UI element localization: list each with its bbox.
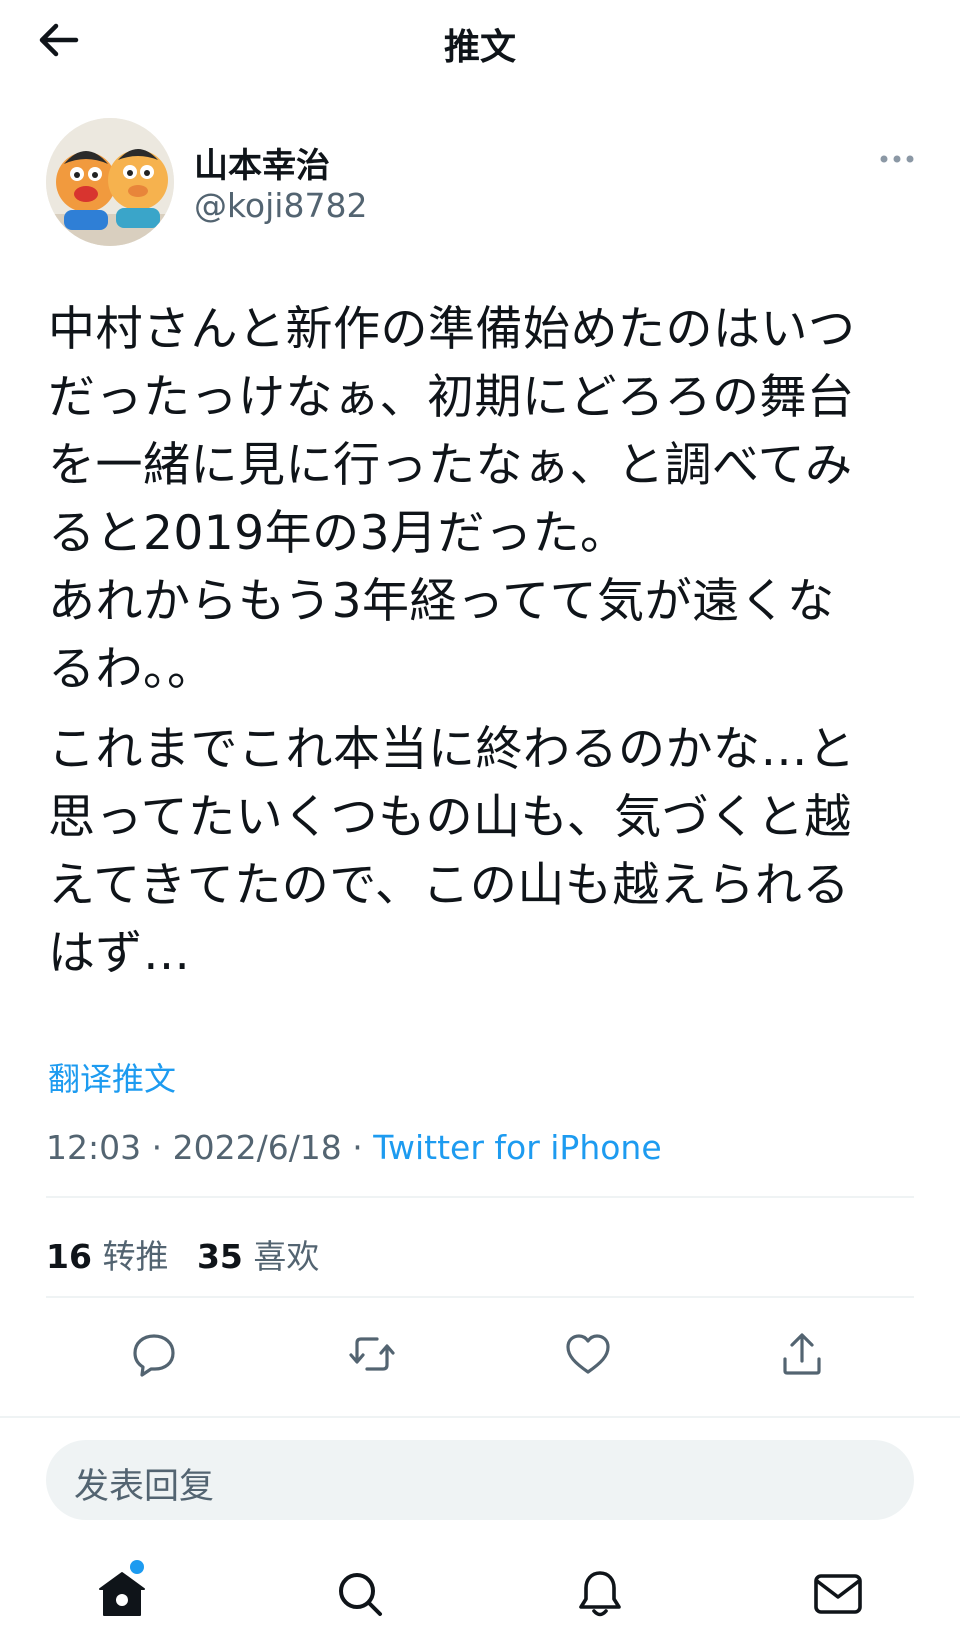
nav-search[interactable] xyxy=(322,1556,398,1632)
likes-count: 35 xyxy=(196,1237,243,1276)
likes-stat[interactable]: 35 喜欢 xyxy=(197,1237,319,1276)
reply-icon xyxy=(133,1334,175,1377)
retweets-label: 转推 xyxy=(102,1237,169,1276)
tweet-detail-screen: 推文 山本幸治 @koji8782 中村さんと新作の準備始めたのはいつ だったっ… xyxy=(0,0,960,1650)
nav-notifications[interactable] xyxy=(562,1556,638,1632)
nav-home[interactable] xyxy=(84,1556,160,1632)
author-handle[interactable]: @koji8782 xyxy=(194,186,367,225)
retweets-count: 16 xyxy=(46,1237,92,1276)
likes-label: 喜欢 xyxy=(253,1237,320,1276)
reply-button[interactable] xyxy=(122,1322,186,1386)
retweets-stat[interactable]: 16 转推 xyxy=(46,1237,168,1276)
search-icon xyxy=(339,1573,382,1616)
divider xyxy=(46,1196,914,1198)
like-icon xyxy=(566,1334,610,1374)
page-title: 推文 xyxy=(443,27,516,68)
divider xyxy=(0,1416,960,1418)
meta-separator: · xyxy=(341,1128,374,1167)
header: 推文 xyxy=(0,0,960,80)
reply-placeholder: 发表回复 xyxy=(74,1467,215,1507)
more-horizontal-icon xyxy=(880,155,914,163)
tweet-source-link[interactable]: Twitter for iPhone xyxy=(373,1128,661,1167)
more-button[interactable] xyxy=(872,144,922,174)
bottom-nav xyxy=(0,1556,960,1642)
tweet-date: 2022/6/18 xyxy=(172,1128,342,1167)
home-unread-dot xyxy=(130,1560,144,1574)
tweet-time: 12:03 xyxy=(46,1128,142,1167)
tweet-paragraph: これまでこれ本当に終わるのかな…と 思ってたいくつもの山も、気づくと越 えてきて… xyxy=(48,722,856,981)
retweet-button[interactable] xyxy=(340,1322,404,1386)
like-button[interactable] xyxy=(556,1322,620,1386)
divider xyxy=(46,1296,914,1298)
tweet-actions xyxy=(0,1322,960,1386)
translate-tweet-link[interactable]: 翻译推文 xyxy=(48,1054,176,1100)
retweet-icon xyxy=(349,1337,395,1371)
tweet-text: 中村さんと新作の準備始めたのはいつ だったっけなぁ、初期にどろろの舞台 を一緒に… xyxy=(48,296,920,988)
nav-messages[interactable] xyxy=(800,1556,876,1632)
meta-separator: · xyxy=(141,1128,173,1167)
share-icon xyxy=(783,1333,821,1375)
author-name[interactable]: 山本幸治 xyxy=(194,138,330,187)
notifications-icon xyxy=(579,1571,621,1617)
avatar-image xyxy=(46,118,174,246)
home-icon xyxy=(99,1572,145,1616)
tweet-paragraph: 中村さんと新作の準備始めたのはいつ だったっけなぁ、初期にどろろの舞台 を一緒に… xyxy=(48,302,856,697)
share-button[interactable] xyxy=(770,1322,834,1386)
tweet-meta: 12:03 · 2022/6/18 · Twitter for iPhone xyxy=(46,1128,662,1167)
messages-icon xyxy=(814,1574,862,1614)
tweet-stats: 16 转推 35 喜欢 xyxy=(46,1230,319,1278)
avatar[interactable] xyxy=(46,118,174,246)
reply-input[interactable]: 发表回复 xyxy=(46,1440,914,1520)
